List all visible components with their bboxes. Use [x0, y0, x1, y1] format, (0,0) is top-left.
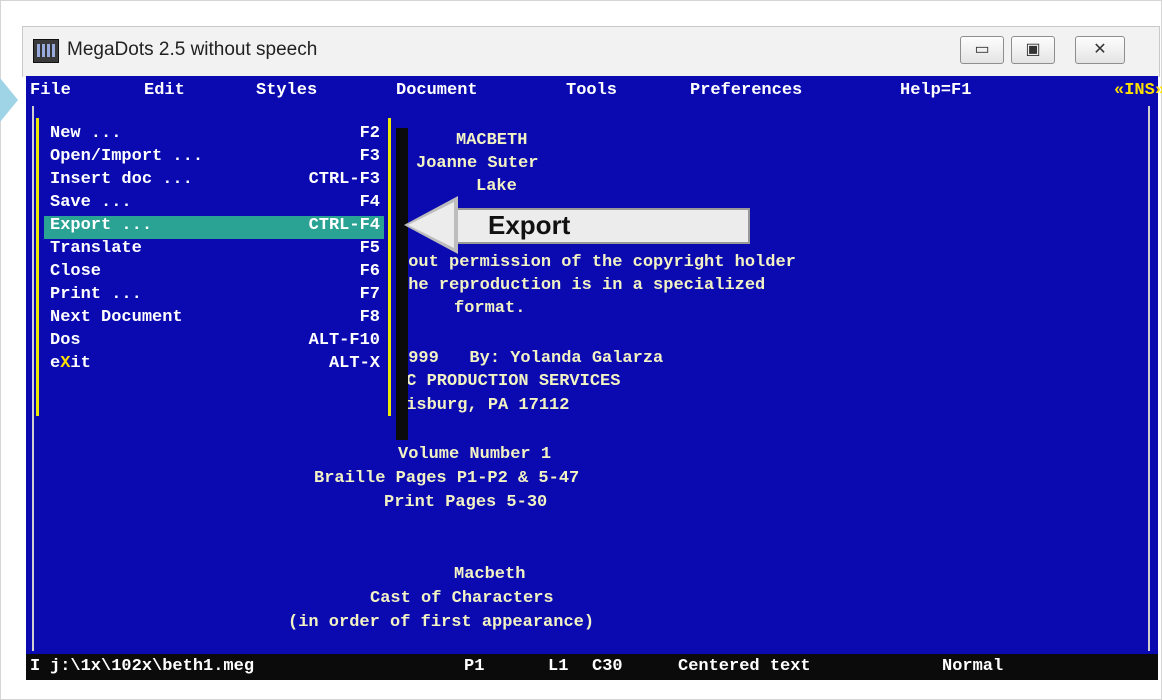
status-view: Normal — [942, 657, 1004, 676]
window-titlebar: MegaDots 2.5 without speech ▭ ▣ ✕ — [22, 26, 1160, 77]
file-menu: New ... F2 Open/Import ... F3 Insert doc .… — [34, 118, 396, 440]
status-line: L1 — [548, 657, 569, 676]
doc-line: Print Pages 5-30 — [384, 493, 548, 512]
menu-item-label: Insert doc ... — [50, 170, 193, 189]
side-arrow-marker — [0, 78, 18, 122]
close-button[interactable]: ✕ — [1075, 36, 1125, 64]
menu-item-label-part: e — [50, 354, 61, 373]
menu-item-shortcut: ALT-X — [328, 354, 380, 373]
doc-line: hout permission of the copyright holder — [398, 253, 796, 272]
menu-item-shortcut: CTRL-F3 — [308, 170, 380, 189]
menu-item-shortcut: CTRL-F4 — [308, 216, 380, 235]
megadots-app-icon — [33, 39, 59, 63]
status-mode: I — [30, 657, 41, 676]
status-style: Centered text — [678, 657, 811, 676]
status-page: P1 — [464, 657, 485, 676]
status-bar: I j:\1x\102x\beth1.meg P1 L1 C30 Centere… — [26, 654, 1158, 680]
menu-help[interactable]: Help=F1 — [900, 80, 971, 102]
callout-arrowhead-fill — [408, 202, 454, 248]
menu-tools[interactable]: Tools — [566, 80, 617, 102]
menu-item-shortcut: ALT-F10 — [308, 331, 380, 350]
menu-document[interactable]: Document — [396, 80, 478, 102]
dos-screen: File Edit Styles Document Tools Preferen… — [26, 76, 1162, 680]
menu-file[interactable]: File — [30, 80, 71, 102]
menu-item-shortcut: F5 — [359, 239, 380, 258]
status-column: C30 — [592, 657, 623, 676]
menu-item-dos[interactable]: Dos ALT-F10 — [44, 331, 384, 354]
doc-line: the reproduction is in a specialized — [398, 276, 766, 295]
menu-item-save[interactable]: Save ... F4 — [44, 193, 384, 216]
doc-line: Lake — [476, 177, 517, 196]
menu-border-left — [36, 118, 39, 416]
doc-line: MACBETH — [456, 131, 528, 150]
menu-item-translate[interactable]: Translate F5 — [44, 239, 384, 262]
window-title: MegaDots 2.5 without speech — [67, 39, 318, 60]
menu-border-right — [388, 118, 391, 416]
menu-item-print[interactable]: Print ... F7 — [44, 285, 384, 308]
menu-item-label: New ... — [50, 124, 122, 143]
status-file-path: j:\1x\102x\beth1.meg — [50, 657, 255, 676]
menu-item-label: Next Document — [50, 308, 183, 327]
menu-item-exit[interactable]: eXit ALT-X — [44, 354, 384, 377]
menu-item-shortcut: F4 — [359, 193, 380, 212]
doc-line: risburg, PA 17112 — [396, 396, 570, 415]
doc-line: 1999 By: Yolanda Galarza — [398, 349, 664, 368]
maximize-button[interactable]: ▣ — [1011, 36, 1055, 64]
doc-line: (in order of first appearance) — [288, 613, 595, 632]
menu-item-new[interactable]: New ... F2 — [44, 124, 384, 147]
menu-item-label: Open/Import ... — [50, 147, 204, 166]
menu-item-label: Close — [50, 262, 102, 281]
doc-line: Volume Number 1 — [398, 445, 552, 464]
menu-item-export[interactable]: Export ... CTRL-F4 — [44, 216, 384, 239]
menu-item-label: eXit — [50, 354, 91, 373]
callout-label: Export — [488, 210, 571, 240]
menu-item-label-part: it — [70, 354, 91, 373]
insert-mode-indicator: «INS» — [1114, 81, 1162, 100]
menu-item-insert-doc[interactable]: Insert doc ... CTRL-F3 — [44, 170, 384, 193]
menu-preferences[interactable]: Preferences — [690, 80, 802, 102]
doc-line: Macbeth — [454, 565, 526, 584]
menu-item-label: Save ... — [50, 193, 132, 212]
doc-line: format. — [454, 299, 526, 318]
menu-item-shortcut: F8 — [359, 308, 380, 327]
menu-item-hotkey-letter: X — [60, 354, 71, 373]
menu-edit[interactable]: Edit — [144, 80, 185, 102]
menu-styles[interactable]: Styles — [256, 80, 317, 102]
export-callout-arrow: Export — [404, 196, 754, 254]
right-border — [1148, 106, 1150, 651]
menu-item-shortcut: F6 — [359, 262, 380, 281]
doc-line: SC PRODUCTION SERVICES — [396, 372, 621, 391]
doc-line: Cast of Characters — [370, 589, 554, 608]
menu-item-shortcut: F2 — [359, 124, 380, 143]
menu-item-label: Translate — [50, 239, 142, 258]
minimize-button[interactable]: ▭ — [960, 36, 1004, 64]
menu-item-label: Print ... — [50, 285, 142, 304]
menu-item-open-import[interactable]: Open/Import ... F3 — [44, 147, 384, 170]
menu-item-close[interactable]: Close F6 — [44, 262, 384, 285]
doc-line: Joanne Suter — [416, 154, 539, 173]
menu-item-label: Export ... — [50, 216, 153, 235]
menu-item-shortcut: F7 — [359, 285, 380, 304]
menu-item-label: Dos — [50, 331, 81, 350]
menu-item-shortcut: F3 — [359, 147, 380, 166]
doc-line: Braille Pages P1-P2 & 5-47 — [314, 469, 580, 488]
menu-item-next-document[interactable]: Next Document F8 — [44, 308, 384, 331]
